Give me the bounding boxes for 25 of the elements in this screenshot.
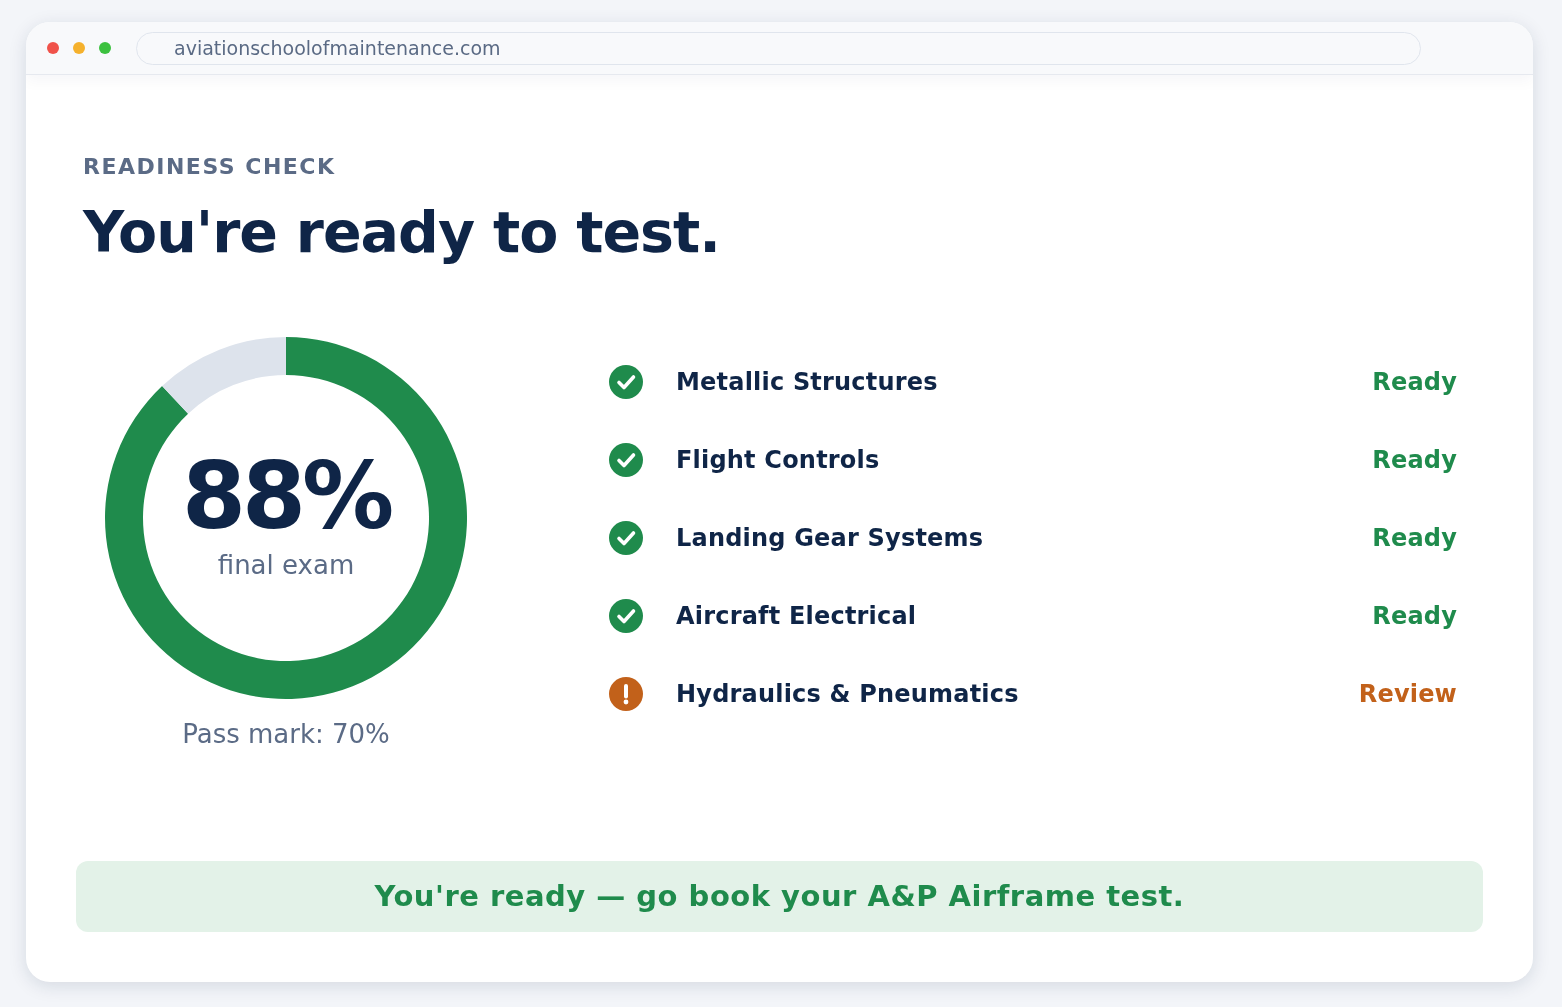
address-bar[interactable]: aviationschoolofmaintenance.com (136, 31, 1421, 65)
score-value: 88% (181, 447, 391, 547)
topic-label: Aircraft Electrical (676, 601, 917, 632)
status-label: Ready (1372, 367, 1457, 398)
topic-label: Hydraulics & Pneumatics (676, 679, 1019, 710)
score-caption: final exam (217, 549, 355, 581)
pass-mark-text: Pass mark: 70% (182, 719, 390, 749)
exclamation-circle-icon (609, 677, 643, 711)
check-circle-icon (609, 599, 643, 633)
check-circle-icon (609, 521, 643, 555)
status-label: Review (1358, 679, 1457, 710)
ready-banner: You're ready — go book your A&P Airframe test. (76, 861, 1483, 932)
status-label: Ready (1372, 523, 1457, 554)
page-heading: You're ready to test. (83, 199, 720, 265)
topic-label: Flight Controls (676, 445, 880, 476)
window-control-dot-icon[interactable] (47, 42, 59, 54)
status-label: Ready (1372, 445, 1457, 476)
check-circle-icon (609, 365, 643, 399)
section-label: READINESS CHECK (83, 154, 336, 180)
check-circle-icon (609, 443, 643, 477)
status-label: Ready (1372, 601, 1457, 632)
window-control-dot-icon[interactable] (73, 42, 85, 54)
topic-label: Metallic Structures (676, 367, 938, 398)
window-control-dot-icon[interactable] (99, 42, 111, 54)
topic-label: Landing Gear Systems (676, 523, 984, 554)
